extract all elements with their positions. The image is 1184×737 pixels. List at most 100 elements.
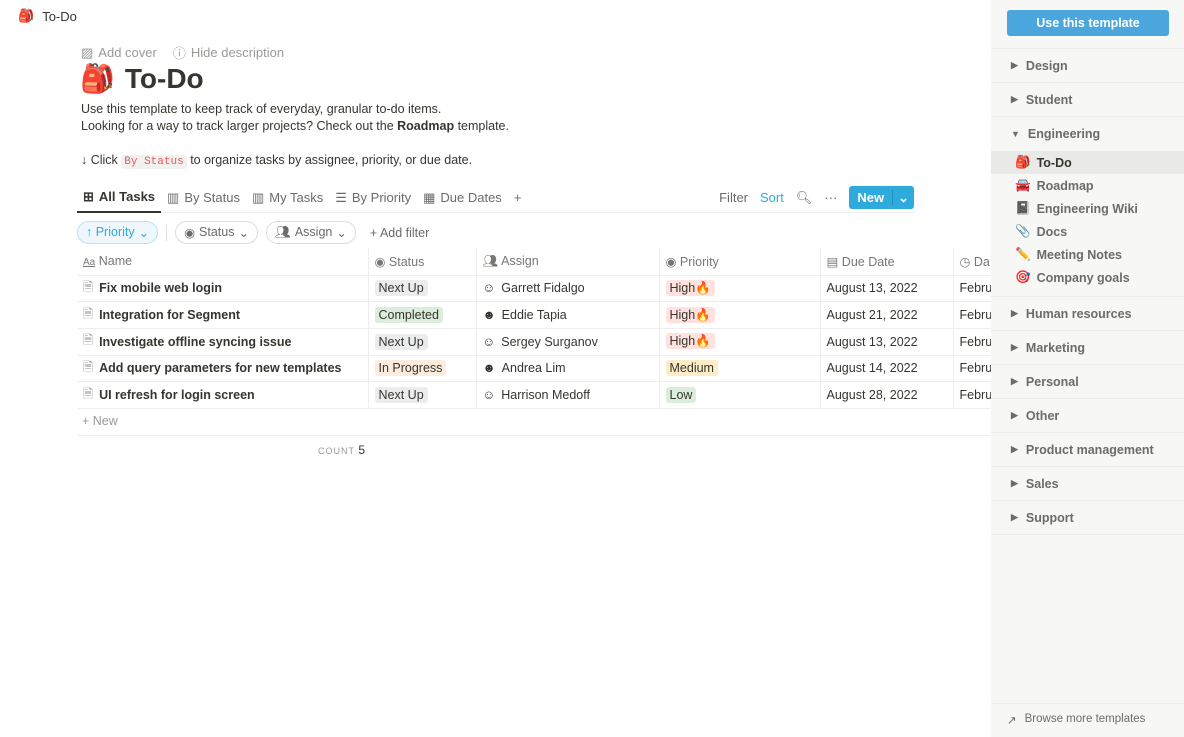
- assignee-name: Eddie Tapia: [501, 308, 567, 323]
- table-row[interactable]: 🗎 Investigate offline syncing issue Next …: [77, 328, 991, 356]
- add-filter-button[interactable]: + Add filter: [364, 223, 435, 243]
- breadcrumb[interactable]: 🎒 To-Do: [18, 8, 77, 24]
- tab-due-dates[interactable]: ▦ Due Dates: [417, 183, 508, 213]
- add-cover-button[interactable]: ▨ Add cover: [81, 43, 157, 62]
- use-template-button[interactable]: Use this template: [1007, 10, 1169, 36]
- cell-priority[interactable]: High🔥: [658, 301, 820, 329]
- template-emoji-icon: ✏️: [1015, 247, 1031, 261]
- cell-date[interactable]: Febru: [952, 355, 991, 383]
- column-name[interactable]: Aa Name: [77, 248, 368, 276]
- assignee-name: Garrett Fidalgo: [501, 281, 585, 296]
- column-date[interactable]: ◷ Da: [952, 248, 991, 276]
- category-item[interactable]: ▶ Personal: [991, 365, 1184, 399]
- cell-due-date[interactable]: August 14, 2022: [819, 355, 953, 383]
- cell-assign[interactable]: ☻ Andrea Lim: [475, 355, 659, 383]
- category-item[interactable]: ▶ Marketing: [991, 331, 1184, 365]
- category-engineering[interactable]: ▼ Engineering: [991, 117, 1184, 151]
- assign-filter-pill[interactable]: 👥︎ Assign ⌄: [265, 221, 356, 244]
- browse-label: Browse more templates: [1024, 713, 1146, 725]
- image-icon: ▨: [81, 44, 94, 60]
- arrow-up-right-icon: ↗: [1007, 715, 1017, 727]
- category-label: Personal: [1025, 374, 1079, 389]
- add-view-button[interactable]: +: [508, 183, 528, 213]
- assignee-name: Harrison Medoff: [501, 388, 590, 403]
- template-item[interactable]: 📎 Docs: [991, 220, 1184, 243]
- count-label: COUNT: [318, 446, 355, 456]
- roadmap-link[interactable]: Roadmap: [397, 119, 454, 133]
- cell-date[interactable]: Febru: [952, 381, 991, 409]
- template-item[interactable]: 🎯 Company goals: [991, 266, 1184, 289]
- cell-priority[interactable]: High🔥: [658, 275, 820, 303]
- template-item[interactable]: 📓 Engineering Wiki: [991, 197, 1184, 220]
- category-item[interactable]: ▶ Human resources: [991, 297, 1184, 331]
- search-icon[interactable]: 🔍︎: [796, 190, 813, 206]
- category-student[interactable]: ▶ Student: [991, 83, 1184, 117]
- table-row[interactable]: 🗎 Integration for Segment Completed ☻ Eddi…: [77, 301, 991, 329]
- tab-by-priority[interactable]: ☰ By Priority: [329, 183, 417, 213]
- tab-by-status[interactable]: ▥ By Status: [161, 183, 246, 213]
- cell-name[interactable]: 🗎 UI refresh for login screen: [77, 381, 368, 409]
- category-item[interactable]: ▶ Support: [991, 501, 1184, 535]
- cell-assign[interactable]: ☺ Garrett Fidalgo: [475, 275, 659, 303]
- template-item[interactable]: 🎒 To-Do: [991, 151, 1184, 174]
- cell-status[interactable]: Next Up: [367, 275, 476, 303]
- cell-due-date[interactable]: August 13, 2022: [819, 275, 953, 303]
- desc-line-2: Looking for a way to track larger projec…: [81, 118, 509, 135]
- count-summary[interactable]: COUNT 5: [318, 443, 365, 457]
- new-button[interactable]: New ⌄: [849, 186, 914, 209]
- column-assign[interactable]: 👥︎ Assign: [475, 248, 659, 276]
- table-row[interactable]: 🗎 Fix mobile web login Next Up ☺ Garrett F…: [77, 275, 991, 303]
- table-row[interactable]: 🗎 UI refresh for login screen Next Up ☺ Ha…: [77, 381, 991, 409]
- add-row-button[interactable]: + New: [82, 414, 118, 428]
- cell-assign[interactable]: ☻ Eddie Tapia: [475, 301, 659, 329]
- category-design[interactable]: ▶ Design: [991, 49, 1184, 83]
- template-emoji-icon: 🎯: [1015, 270, 1031, 284]
- cell-date[interactable]: Febru: [952, 275, 991, 303]
- cell-status[interactable]: Completed: [367, 301, 476, 329]
- priority-sort-pill[interactable]: ↑ Priority ⌄: [77, 221, 159, 244]
- task-name: Fix mobile web login: [99, 281, 222, 296]
- cell-name[interactable]: 🗎 Fix mobile web login: [77, 275, 368, 303]
- template-item[interactable]: 🚘 Roadmap: [991, 174, 1184, 197]
- cell-status[interactable]: In Progress: [367, 355, 476, 383]
- cell-name[interactable]: 🗎 Integration for Segment: [77, 301, 368, 329]
- column-priority[interactable]: ◉ Priority: [658, 248, 820, 276]
- column-status[interactable]: ◉ Status: [367, 248, 476, 276]
- cell-due-date[interactable]: August 21, 2022: [819, 301, 953, 329]
- cell-assign[interactable]: ☺ Sergey Surganov: [475, 328, 659, 356]
- cell-priority[interactable]: Low: [658, 381, 820, 409]
- cell-date[interactable]: Febru: [952, 301, 991, 329]
- status-filter-pill[interactable]: ◉ Status ⌄: [175, 221, 258, 244]
- filter-button[interactable]: Filter: [719, 190, 748, 205]
- cell-date[interactable]: Febru: [952, 328, 991, 356]
- hide-description-button[interactable]: ⓘ Hide description: [173, 43, 284, 62]
- status-filter-label: Status: [199, 225, 235, 239]
- cell-name[interactable]: 🗎 Investigate offline syncing issue: [77, 328, 368, 356]
- cell-due-date[interactable]: August 13, 2022: [819, 328, 953, 356]
- tab-label: My Tasks: [269, 190, 324, 205]
- page-icon: 🗎: [83, 306, 94, 321]
- category-label: Engineering: [1027, 127, 1101, 141]
- cell-status[interactable]: Next Up: [367, 328, 476, 356]
- avatar: ☻: [482, 308, 496, 323]
- chevron-down-icon[interactable]: ⌄: [893, 190, 914, 206]
- template-item[interactable]: ✏️ Meeting Notes: [991, 243, 1184, 266]
- cell-priority[interactable]: High🔥: [658, 328, 820, 356]
- view-tabs: ⊞ All Tasks ▥ By Status ▥ My Tasks ☰ By Prio…: [77, 183, 914, 213]
- cell-status[interactable]: Next Up: [367, 381, 476, 409]
- cell-name[interactable]: 🗎 Add query parameters for new templates: [77, 355, 368, 383]
- category-item[interactable]: ▶ Product management: [991, 433, 1184, 467]
- cell-priority[interactable]: Medium: [658, 355, 820, 383]
- browse-templates-link[interactable]: ↗ Browse more templates: [1007, 713, 1145, 727]
- cell-due-date[interactable]: August 28, 2022: [819, 381, 953, 409]
- tab-my-tasks[interactable]: ▥ My Tasks: [246, 183, 329, 213]
- plus-icon: +: [513, 190, 522, 205]
- cell-assign[interactable]: ☺ Harrison Medoff: [475, 381, 659, 409]
- tab-all-tasks[interactable]: ⊞ All Tasks: [77, 183, 162, 213]
- more-icon[interactable]: ···: [824, 190, 837, 205]
- table-row[interactable]: 🗎 Add query parameters for new templates …: [77, 355, 991, 383]
- category-item[interactable]: ▶ Other: [991, 399, 1184, 433]
- category-item[interactable]: ▶ Sales: [991, 467, 1184, 501]
- column-due-date[interactable]: ▤ Due Date: [819, 248, 953, 276]
- sort-button[interactable]: Sort: [760, 190, 784, 205]
